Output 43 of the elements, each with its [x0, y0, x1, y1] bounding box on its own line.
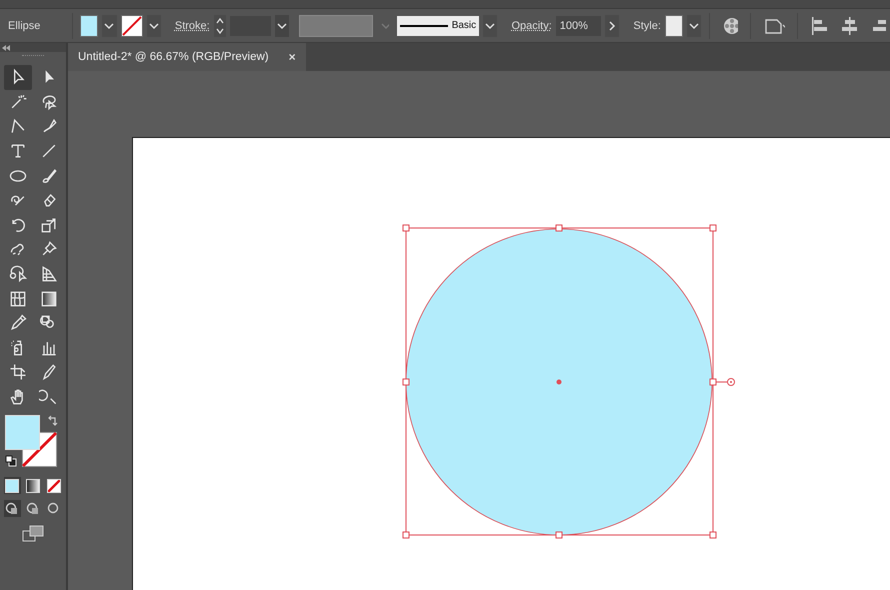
caret-icon [277, 22, 288, 30]
stroke-label[interactable]: Stroke: [174, 20, 210, 32]
center-point [556, 380, 562, 384]
align-center-icon[interactable] [839, 16, 857, 36]
caret-icon [104, 22, 114, 30]
collapse-icon[interactable] [2, 44, 10, 50]
none-mode-button[interactable] [46, 477, 62, 494]
dropdown-button[interactable] [686, 14, 702, 36]
caret-icon [688, 22, 699, 30]
style-swatch[interactable] [664, 14, 683, 36]
screen-mode-icon[interactable] [22, 525, 44, 544]
arrow-pointer-icon[interactable] [4, 65, 32, 90]
dropdown-button[interactable] [146, 14, 161, 36]
chevron-right-icon [608, 20, 616, 30]
gradient-mode-button[interactable] [24, 477, 42, 494]
none-slash-icon [122, 16, 142, 36]
dropdown-button[interactable] [102, 14, 117, 36]
draw-mode-button[interactable] [4, 500, 20, 518]
close-tab-button[interactable]: × [286, 50, 298, 64]
dropdown-button[interactable] [483, 14, 498, 36]
document-tab[interactable]: Untitled-2* @ 66.67% (RGB/Preview) × [68, 43, 306, 71]
expand-button[interactable] [605, 14, 620, 36]
pie-widget-handle[interactable] [716, 378, 735, 386]
stroke-swatch[interactable] [120, 14, 143, 36]
caret-icon [485, 22, 496, 30]
document-title: Untitled-2* @ 66.67% (RGB/Preview) [78, 51, 269, 63]
caret-icon [148, 22, 159, 30]
swap-arrow-icon[interactable] [47, 415, 59, 428]
stroke-stepper[interactable] [214, 14, 226, 36]
caret-icon [380, 22, 389, 30]
style-label: Style: [633, 20, 661, 32]
recolor-wheel-icon[interactable] [722, 16, 738, 36]
fill-swatch[interactable] [80, 14, 98, 36]
fill-stroke-swatches[interactable] [5, 415, 58, 468]
default-colors-icon[interactable] [5, 455, 17, 468]
stepper-icon [215, 16, 226, 34]
dropdown-button[interactable] [274, 14, 290, 36]
opacity-label[interactable]: Opacity: [511, 20, 552, 32]
color-mode-button[interactable] [4, 477, 20, 494]
opacity-field[interactable]: 100% [556, 16, 602, 36]
brush-definition[interactable]: Basic [396, 16, 480, 36]
align-left-icon[interactable] [810, 16, 828, 36]
object-type-label: Ellipse [8, 20, 42, 32]
